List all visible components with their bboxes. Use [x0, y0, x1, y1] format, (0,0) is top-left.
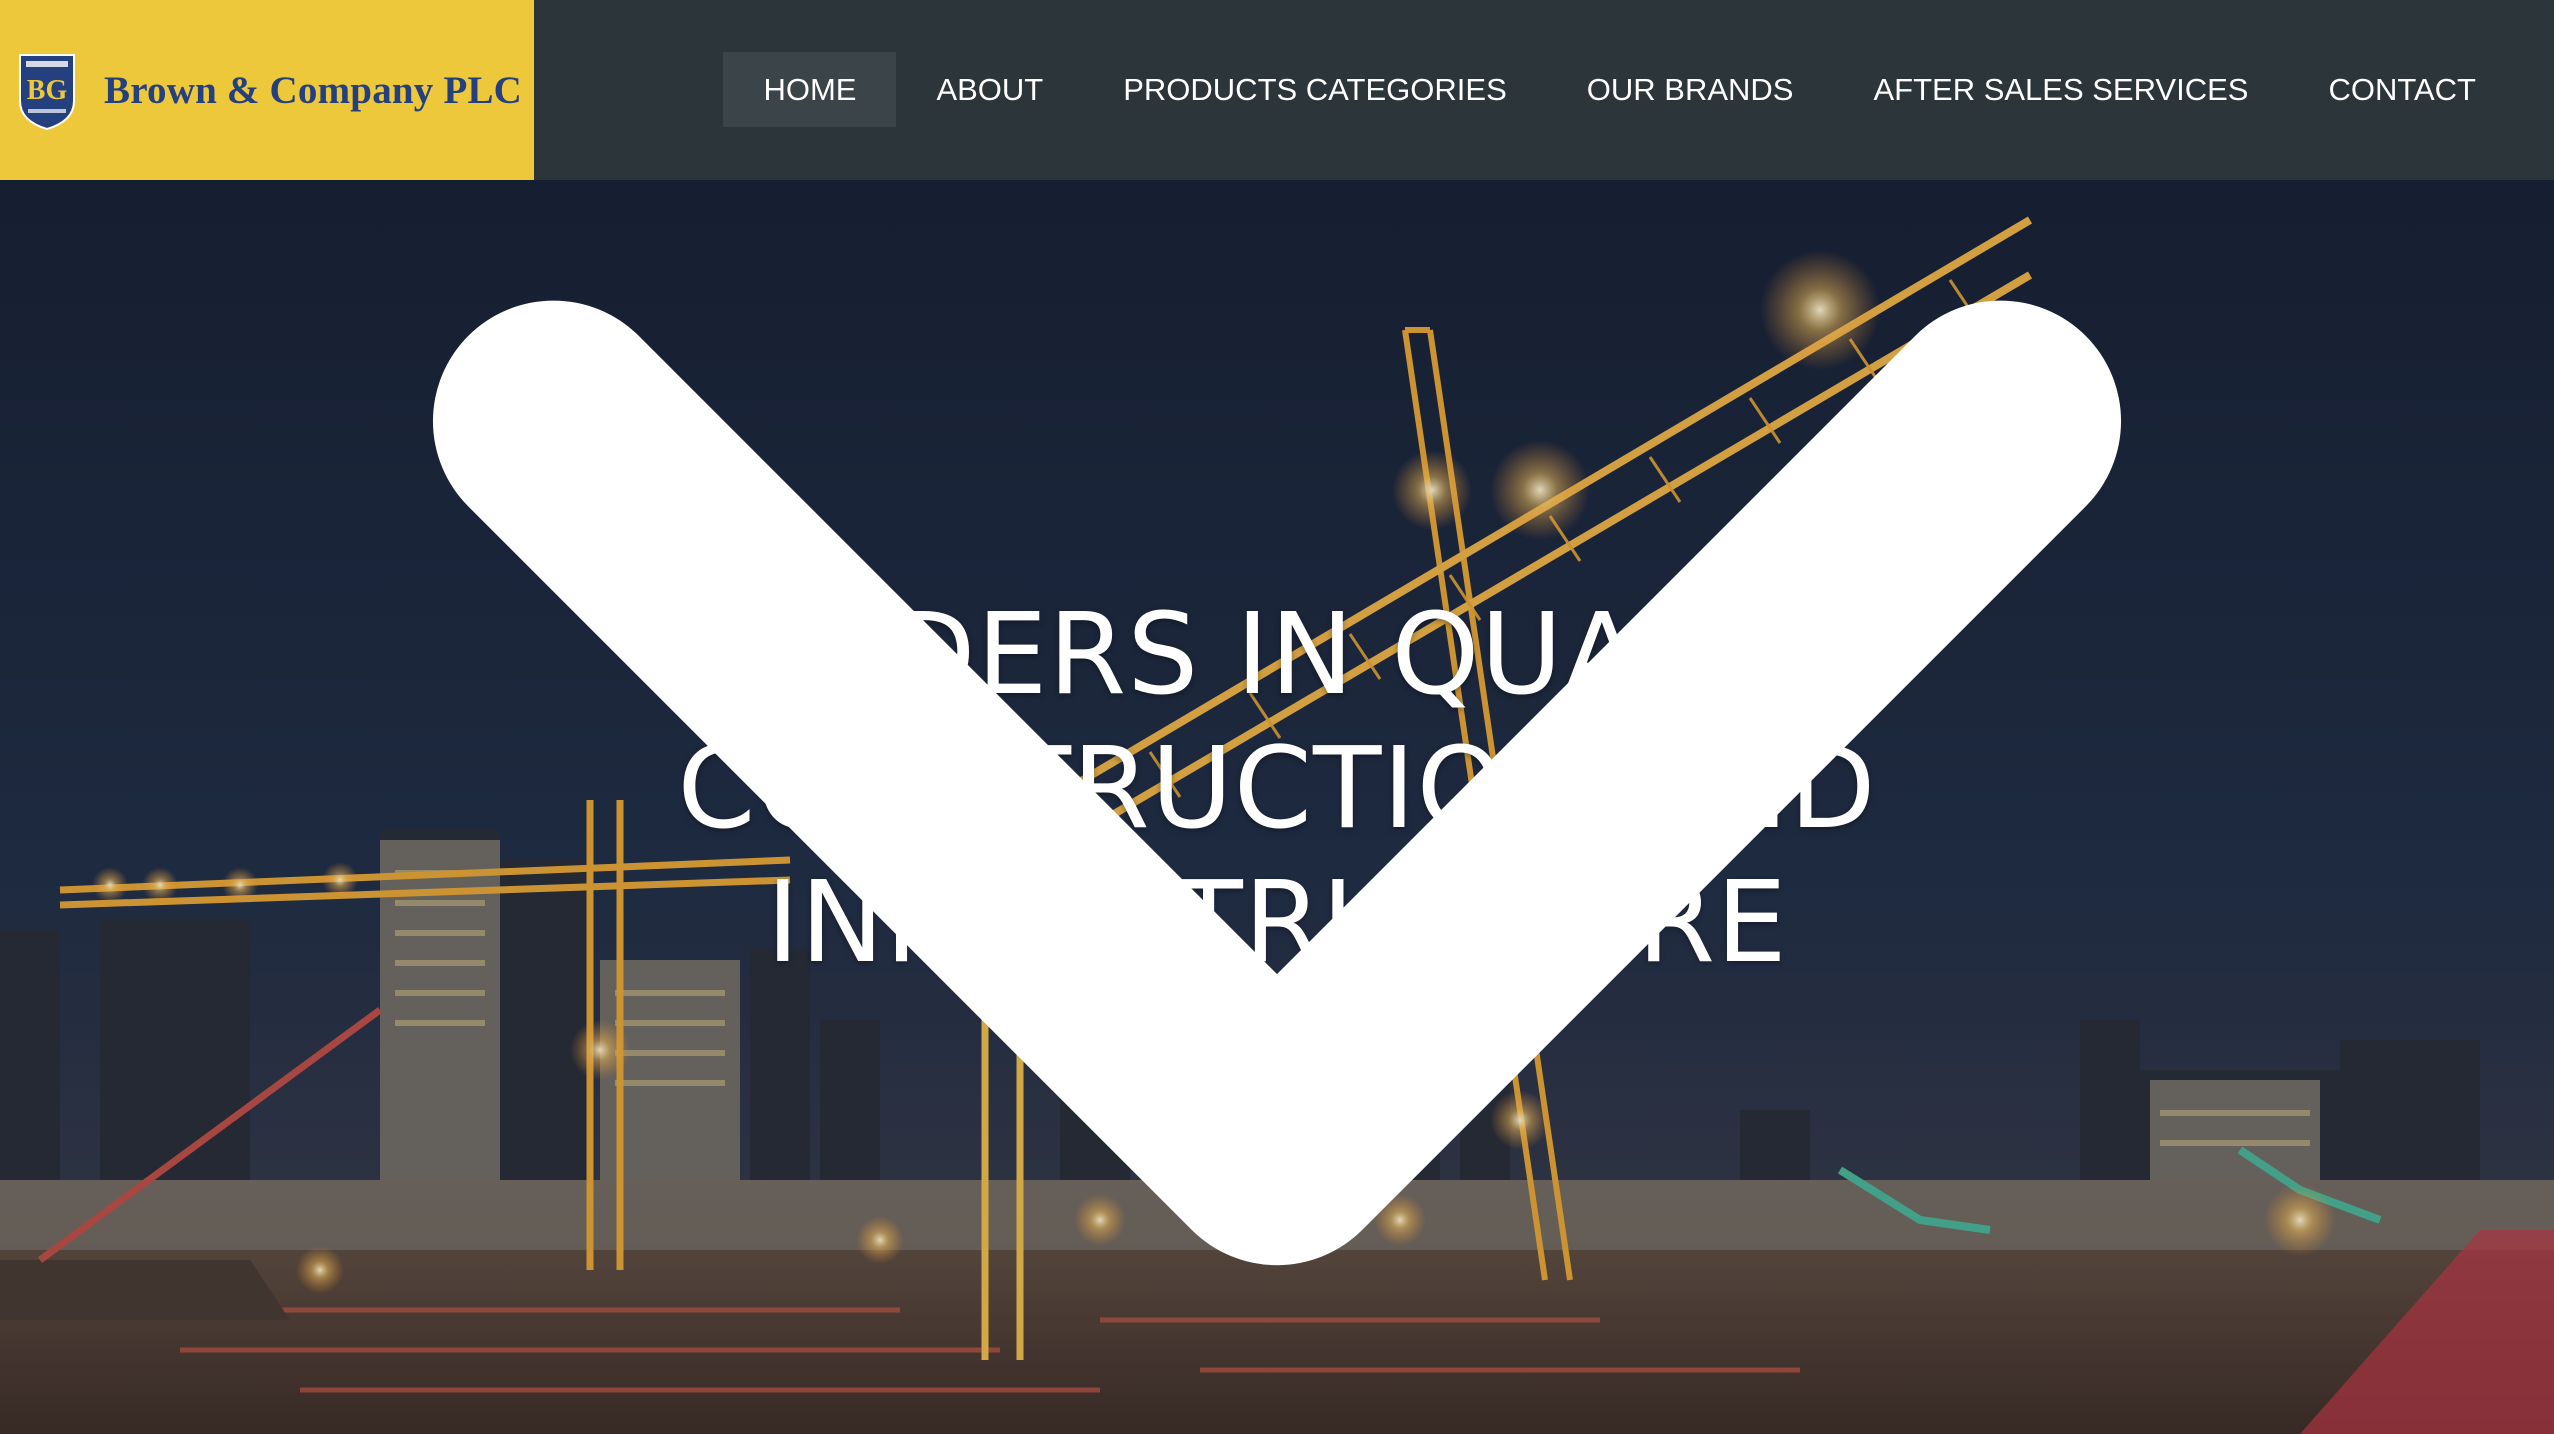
- logo-link[interactable]: BG Brown & Company PLC: [0, 0, 534, 180]
- hero-section: LEADERS IN QUALITY CONSTRUCTION AND INFR…: [0, 180, 2554, 1434]
- nav-item-after-sales-services[interactable]: AFTER SALES SERVICES: [1833, 52, 2288, 127]
- nav-item-home[interactable]: HOME: [723, 52, 897, 127]
- brand-crest-icon: BG: [19, 54, 75, 131]
- nav-item-products-categories[interactable]: PRODUCTS CATEGORIES: [1083, 52, 1547, 127]
- site-header: BG Brown & Company PLC HOME ABOUT PRODUC…: [0, 0, 2554, 180]
- main-nav: HOME ABOUT PRODUCTS CATEGORIES OUR BRAND…: [723, 52, 2516, 127]
- brand-name: Brown & Company PLC: [104, 68, 523, 112]
- nav-item-our-brands[interactable]: OUR BRANDS: [1547, 52, 1834, 127]
- crest-letters: BG: [27, 75, 68, 106]
- nav-item-contact[interactable]: CONTACT: [2288, 52, 2516, 127]
- chevron-down-icon[interactable]: [0, 180, 2554, 1434]
- nav-item-about[interactable]: ABOUT: [896, 52, 1083, 127]
